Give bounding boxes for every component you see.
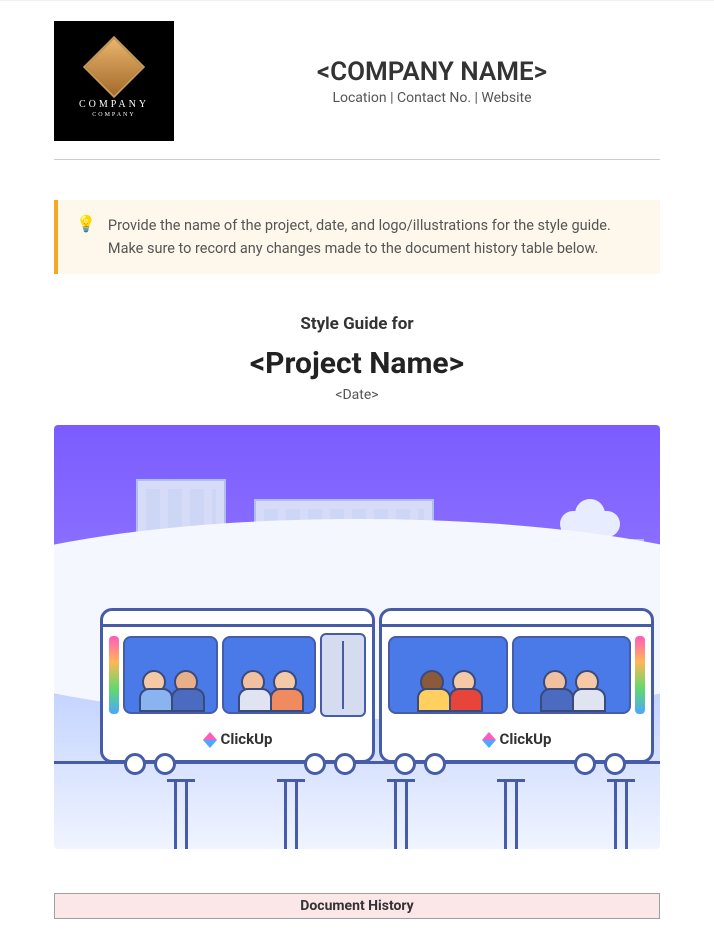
logo-subtext: COMPANY: [92, 112, 135, 118]
train-icon: ClickUp ClickUp: [100, 608, 654, 763]
person-icon: [417, 670, 447, 712]
style-guide-label[interactable]: Style Guide for: [54, 314, 660, 334]
info-callout: 💡 Provide the name of the project, date,…: [54, 200, 660, 274]
header-text-block: <COMPANY NAME> Location | Contact No. | …: [204, 57, 660, 106]
brand-label: ClickUp: [103, 717, 372, 760]
pillar-icon: [614, 779, 628, 849]
track-icon: [54, 761, 660, 783]
document-page: COMPANY COMPANY <COMPANY NAME> Location …: [0, 0, 714, 949]
brand-text: ClickUp: [221, 730, 273, 748]
person-icon: [572, 670, 602, 712]
clickup-logo-icon: [203, 732, 217, 746]
pillar-icon: [174, 779, 188, 849]
logo-text: COMPANY: [79, 99, 149, 110]
person-icon: [270, 670, 300, 712]
wheel-icon: [334, 753, 356, 775]
wheel-icon: [604, 753, 626, 775]
wheel-icon: [124, 753, 146, 775]
person-icon: [238, 670, 268, 712]
clickup-logo-icon: [482, 732, 496, 746]
wheel-icon: [424, 753, 446, 775]
train-car: ClickUp: [379, 608, 654, 763]
document-history-header[interactable]: Document History: [54, 893, 660, 919]
person-icon: [540, 670, 570, 712]
rainbow-stripe-icon: [109, 636, 119, 714]
company-logo: COMPANY COMPANY: [54, 21, 174, 141]
person-icon: [139, 670, 169, 712]
company-header: COMPANY COMPANY <COMPANY NAME> Location …: [54, 21, 660, 141]
lightbulb-icon: 💡: [76, 214, 96, 233]
rainbow-stripe-icon: [635, 636, 645, 714]
brand-text: ClickUp: [500, 730, 552, 748]
header-divider: [54, 159, 660, 160]
wheel-icon: [574, 753, 596, 775]
company-subline[interactable]: Location | Contact No. | Website: [204, 90, 660, 106]
company-name[interactable]: <COMPANY NAME>: [204, 57, 660, 87]
person-icon: [449, 670, 479, 712]
callout-text[interactable]: Provide the name of the project, date, a…: [108, 214, 642, 260]
wheel-icon: [304, 753, 326, 775]
hero-illustration[interactable]: ClickUp ClickUp: [54, 425, 660, 849]
date-placeholder[interactable]: <Date>: [54, 387, 660, 403]
pillar-icon: [284, 779, 298, 849]
wheel-icon: [394, 753, 416, 775]
project-name[interactable]: <Project Name>: [54, 346, 660, 381]
train-car: ClickUp: [100, 608, 375, 763]
pillar-icon: [394, 779, 408, 849]
logo-diamond-icon: [83, 35, 145, 97]
train-door-icon: [320, 633, 366, 717]
person-icon: [171, 670, 201, 712]
pillar-icon: [504, 779, 518, 849]
wheel-icon: [154, 753, 176, 775]
